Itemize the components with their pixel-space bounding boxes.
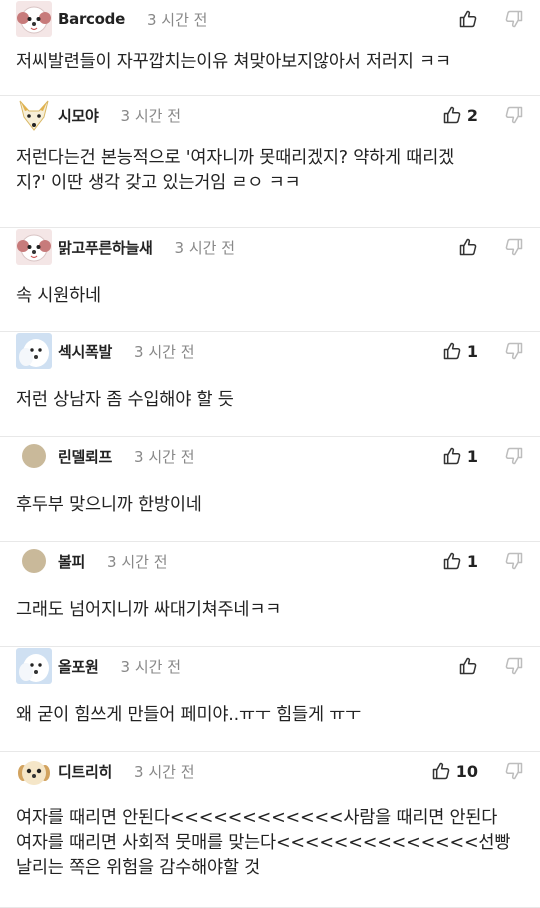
author-name[interactable]: 시모야 — [58, 105, 99, 126]
thumbs-up-icon — [458, 656, 478, 676]
comment-text-line: 그래도 넘어지니까 싸대기쳐주네ㅋㅋ — [16, 600, 282, 620]
comment-item: 린델뢰프 3 시간 전 1 후두부 맞으니까 한방이네 — [0, 437, 540, 542]
comment-header: Barcode 3 시간 전 — [0, 1, 540, 37]
thumbs-up-icon — [442, 341, 462, 361]
avatar[interactable] — [16, 549, 52, 573]
like-count: 1 — [466, 446, 478, 466]
like-button[interactable]: 1 — [442, 551, 478, 571]
author-name[interactable]: 디트리히 — [58, 761, 112, 782]
comment-text-line: 여자를 때리면 사회적 뭇매를 맞는다<<<<<<<<<<<<<<선빵 — [16, 833, 511, 853]
comment-item: 올포원 3 시간 전 왜 굳이 힘쓰게 만들어 페미야..ㅠㅜ 힘들게 ㅠㅜ — [0, 647, 540, 752]
author-name[interactable]: 맑고푸른하늘새 — [58, 237, 153, 258]
timestamp: 3 시간 전 — [174, 238, 235, 257]
like-button[interactable]: 1 — [442, 341, 478, 361]
comment-text: 왜 굳이 힘쓰게 만들어 페미야..ㅠㅜ 힘들게 ㅠㅜ — [0, 683, 540, 728]
comment-text: 저런 상남자 좀 수입해야 할 듯 — [0, 368, 540, 413]
comment-header: 린델뢰프 3 시간 전 1 — [0, 439, 540, 473]
thumbs-up-icon — [431, 761, 451, 781]
timestamp: 3 시간 전 — [134, 762, 195, 781]
avatar[interactable] — [16, 1, 52, 37]
avatar[interactable] — [16, 648, 52, 684]
comment-text-line: 여자를 때리면 안된다<<<<<<<<<<<<사람을 때리면 안된다 — [16, 808, 498, 828]
comment-text: 후두부 맞으니까 한방이네 — [0, 473, 540, 518]
comment-text: 여자를 때리면 안된다<<<<<<<<<<<<사람을 때리면 안된다여자를 때리… — [0, 788, 540, 881]
thumbs-up-icon — [442, 105, 462, 125]
thumbs-up-icon — [458, 9, 478, 29]
comment-item: 맑고푸른하늘새 3 시간 전 속 시원하네 — [0, 228, 540, 332]
like-count: 1 — [466, 341, 478, 361]
author-name[interactable]: Barcode — [58, 10, 125, 28]
comment-text-line: 왜 굳이 힘쓰게 만들어 페미야..ㅠㅜ 힘들게 ㅠㅜ — [16, 705, 362, 725]
like-button[interactable] — [458, 656, 478, 676]
like-button[interactable]: 10 — [431, 761, 478, 781]
comment-header: 시모야 3 시간 전 2 — [0, 97, 540, 133]
comment-text: 그래도 넘어지니까 싸대기쳐주네ㅋㅋ — [0, 578, 540, 623]
avatar[interactable] — [16, 753, 52, 789]
like-count: 2 — [466, 105, 478, 125]
comment-text-line: 속 시원하네 — [16, 286, 101, 306]
thumbs-down-icon — [504, 341, 524, 361]
like-count: 1 — [466, 551, 478, 571]
dislike-button[interactable] — [504, 551, 524, 571]
thumbs-down-icon — [504, 9, 524, 29]
thumbs-up-icon — [442, 446, 462, 466]
avatar[interactable] — [16, 333, 52, 369]
timestamp: 3 시간 전 — [120, 657, 181, 676]
avatar[interactable] — [16, 229, 52, 265]
dislike-button[interactable] — [504, 237, 524, 257]
thumbs-up-icon — [458, 237, 478, 257]
like-button[interactable]: 1 — [442, 446, 478, 466]
comment-text-line: 저런 상남자 좀 수입해야 할 듯 — [16, 390, 234, 410]
dislike-button[interactable] — [504, 341, 524, 361]
comment-item: Barcode 3 시간 전 저씨발련들이 자꾸깝치는이유 쳐맞아보지않아서 저… — [0, 0, 540, 96]
comment-text-line: 날리는 쪽은 위험을 감수해야할 것 — [16, 858, 261, 878]
comment-header: 섹시폭발 3 시간 전 1 — [0, 333, 540, 369]
timestamp: 3 시간 전 — [146, 10, 208, 29]
comment-item: 섹시폭발 3 시간 전 1 저런 상남자 좀 수입해야 할 듯 — [0, 332, 540, 437]
thumbs-down-icon — [504, 105, 524, 125]
dislike-button[interactable] — [504, 105, 524, 125]
dislike-button[interactable] — [504, 761, 524, 781]
dislike-button[interactable] — [504, 656, 524, 676]
like-button[interactable] — [458, 237, 478, 257]
timestamp: 3 시간 전 — [134, 447, 195, 466]
comment-item: 시모야 3 시간 전 2 저런다는건 본능적으로 '여자니까 못때리겠지? 약하… — [0, 96, 540, 228]
avatar[interactable] — [16, 97, 52, 133]
comment-text: 저런다는건 본능적으로 '여자니까 못때리겠지? 약하게 때리겠지?' 이딴 생… — [0, 132, 540, 196]
comment-text-line: 지?' 이딴 생각 갖고 있는거임 ㄹㅇ ㅋㅋ — [16, 173, 301, 193]
comment-text: 저씨발련들이 자꾸깝치는이유 쳐맞아보지않아서 저러지 ㅋㅋ — [0, 36, 540, 75]
like-count: 10 — [455, 761, 478, 781]
timestamp: 3 시간 전 — [134, 342, 195, 361]
timestamp: 3 시간 전 — [107, 552, 168, 571]
comment-text: 속 시원하네 — [0, 264, 540, 309]
thumbs-down-icon — [504, 446, 524, 466]
comment-text-line: 후두부 맞으니까 한방이네 — [16, 495, 202, 515]
comment-header: 올포원 3 시간 전 — [0, 648, 540, 684]
avatar[interactable] — [16, 444, 52, 468]
timestamp: 3 시간 전 — [120, 106, 181, 125]
thumbs-down-icon — [504, 551, 524, 571]
thumbs-down-icon — [504, 237, 524, 257]
author-name[interactable]: 볼피 — [58, 551, 85, 572]
dislike-button[interactable] — [504, 9, 524, 29]
comment-header: 맑고푸른하늘새 3 시간 전 — [0, 229, 540, 265]
author-name[interactable]: 린델뢰프 — [58, 446, 112, 467]
like-button[interactable] — [458, 9, 478, 29]
author-name[interactable]: 섹시폭발 — [58, 341, 112, 362]
like-button[interactable]: 2 — [442, 105, 478, 125]
comment-header: 디트리히 3 시간 전 10 — [0, 753, 540, 789]
comment-header: 볼피 3 시간 전 1 — [0, 544, 540, 578]
comment-text-line: 저씨발련들이 자꾸깝치는이유 쳐맞아보지않아서 저러지 ㅋㅋ — [16, 52, 451, 72]
author-name[interactable]: 올포원 — [58, 656, 99, 677]
comment-item: 디트리히 3 시간 전 10 여자를 때리면 안된다<<<<<<<<<<<<사람… — [0, 752, 540, 908]
comment-text-line: 저런다는건 본능적으로 '여자니까 못때리겠지? 약하게 때리겠 — [16, 148, 455, 168]
thumbs-up-icon — [442, 551, 462, 571]
dislike-button[interactable] — [504, 446, 524, 466]
comment-item: 볼피 3 시간 전 1 그래도 넘어지니까 싸대기쳐주네ㅋㅋ — [0, 542, 540, 647]
thumbs-down-icon — [504, 761, 524, 781]
thumbs-down-icon — [504, 656, 524, 676]
